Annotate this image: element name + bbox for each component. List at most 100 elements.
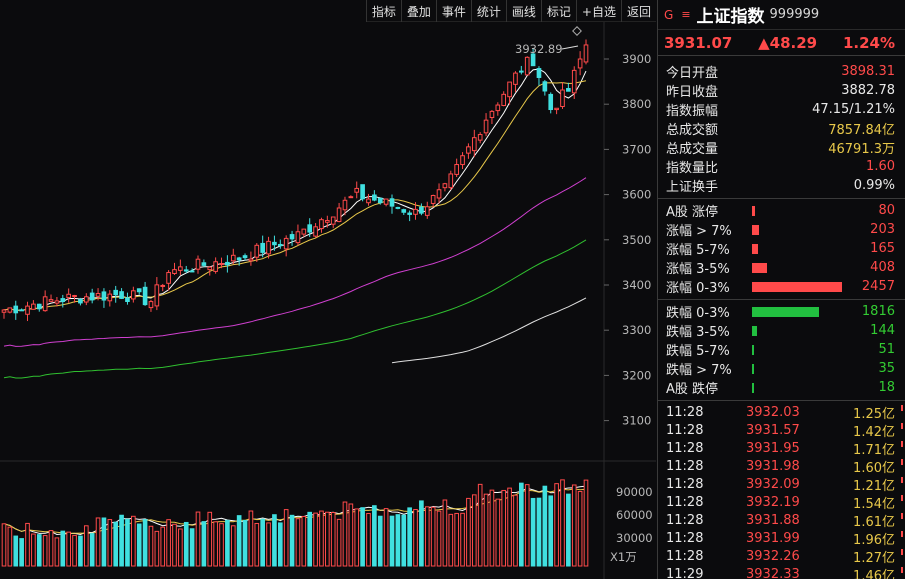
candle-body	[566, 88, 571, 92]
candle-body	[419, 206, 424, 214]
stat-row: 总成交量 46791.3万	[658, 138, 905, 157]
candle-body	[377, 197, 383, 204]
candle-body	[583, 44, 589, 63]
tick-time: 11:28	[666, 548, 704, 564]
stat-row: 上证换手 0.99%	[658, 176, 905, 195]
candle-body	[95, 293, 101, 297]
volume-bar	[471, 494, 477, 567]
price-axis-label: 3900	[622, 52, 651, 66]
candle-body	[225, 261, 230, 266]
volume-bar	[442, 499, 448, 567]
kline-chart[interactable]: 3900 3800 3700 3600 3500 3400 3300 3200 3100 900…	[0, 0, 656, 579]
volume-bar	[383, 508, 389, 567]
candle-body	[125, 297, 130, 302]
distribution-row: 跌幅 5-7% 51	[658, 340, 905, 359]
candle-body	[60, 298, 66, 302]
volume-bar	[524, 484, 530, 567]
tick-list[interactable]: 11:28 3932.03 1.25亿 11:28 3931.57 1.42亿 11:28 3…	[658, 403, 905, 579]
candle-body	[577, 58, 583, 69]
high-marker-pointer	[561, 45, 579, 50]
candle-body	[460, 155, 465, 166]
toolbar-indicator-button[interactable]: 指标	[365, 0, 401, 22]
stat-label: 总成交量	[666, 142, 719, 157]
candle-body	[189, 270, 195, 273]
volume-bar	[454, 512, 459, 567]
volume-bar	[419, 500, 424, 567]
stat-value: 1.60	[866, 159, 895, 174]
volume-bar	[354, 508, 360, 567]
moving-average-line	[3, 80, 587, 311]
tick-row: 11:28 3932.26 1.27亿	[658, 547, 905, 566]
distribution-bar	[752, 262, 767, 273]
volume-bar	[172, 523, 177, 567]
candle-body	[471, 137, 477, 152]
volume-bar	[583, 479, 589, 567]
toolbar-stats-button[interactable]: 统计	[470, 0, 506, 22]
diamond-icon[interactable]	[572, 26, 582, 36]
volume-bars	[1, 479, 589, 567]
distribution-bar	[752, 344, 754, 355]
distribution-bar	[752, 382, 754, 393]
volume-bar	[154, 530, 160, 567]
candle-body	[54, 300, 60, 304]
candle-body	[219, 263, 224, 266]
volume-bar	[513, 494, 518, 567]
index-name: 上证指数	[696, 7, 765, 27]
candle-body	[436, 189, 442, 199]
stat-label: 指数振幅	[666, 104, 719, 119]
tick-volume: 1.27亿	[853, 550, 895, 566]
volume-bar	[148, 525, 154, 567]
toolbar-mark-button[interactable]: 标记	[540, 0, 576, 22]
distribution-label: 涨幅 > 7%	[666, 224, 732, 239]
volume-bar	[536, 497, 542, 567]
tick-row: 11:28 3931.88 1.61亿	[658, 511, 905, 530]
candle-body	[272, 241, 277, 246]
candle-body	[560, 89, 565, 108]
toolbar-draw-line-button[interactable]: 画线	[505, 0, 541, 22]
volume-bar	[413, 509, 418, 567]
toolbar-back-button[interactable]: 返回	[620, 0, 656, 22]
candle-body	[72, 295, 77, 298]
scroll-indicator[interactable]	[899, 405, 905, 579]
candle-body	[230, 254, 236, 262]
menu-icon[interactable]: ≡	[681, 8, 690, 21]
toolbar-add-watchlist-button[interactable]: +自选	[575, 0, 621, 22]
volume-axis: 90000 60000 30000	[616, 485, 653, 545]
price-change: ▲48.29	[758, 33, 818, 52]
distribution-value: 18	[878, 380, 895, 395]
volume-bar	[1, 523, 7, 567]
volume-bar	[48, 530, 54, 567]
distribution-label: 跌幅 5-7%	[666, 344, 730, 359]
stat-value: 47.15/1.21%	[812, 102, 895, 117]
tick-row: 11:28 3931.57 1.42亿	[658, 421, 905, 440]
stat-row: 指数量比 1.60	[658, 157, 905, 176]
toolbar-event-button[interactable]: 事件	[435, 0, 471, 22]
panel-header: G ≡ 上证指数 999999	[658, 0, 905, 30]
candle-body	[354, 187, 360, 193]
moving-average-line	[391, 297, 587, 364]
candle-body	[78, 298, 83, 304]
volume-bar	[60, 530, 66, 567]
distribution-label: 跌幅 3-5%	[666, 325, 730, 340]
volume-bar	[519, 482, 524, 567]
stat-row: 指数振幅 47.15/1.21%	[658, 100, 905, 119]
volume-bar	[213, 521, 218, 567]
volume-bar	[107, 519, 113, 567]
kline-chart-area[interactable]: 3900 3800 3700 3600 3500 3400 3300 3200 3100 900…	[0, 0, 656, 579]
volume-bar	[571, 484, 577, 567]
tick-price: 3931.57	[746, 422, 800, 438]
candle-body	[454, 164, 459, 175]
candle-body	[25, 305, 30, 315]
volume-bar	[160, 526, 166, 567]
candle-body	[348, 196, 354, 199]
volume-bar	[372, 505, 377, 567]
tick-volume: 1.60亿	[853, 460, 895, 476]
toolbar-overlay-button[interactable]: 叠加	[400, 0, 436, 22]
distribution-label: 跌幅 0-3%	[666, 306, 730, 321]
volume-unit-label: X1万	[610, 550, 637, 564]
volume-bar	[348, 503, 354, 567]
volume-bar	[336, 518, 342, 567]
candle-body	[7, 307, 13, 313]
stat-value: 3882.78	[841, 83, 895, 98]
volume-bar	[36, 534, 42, 567]
